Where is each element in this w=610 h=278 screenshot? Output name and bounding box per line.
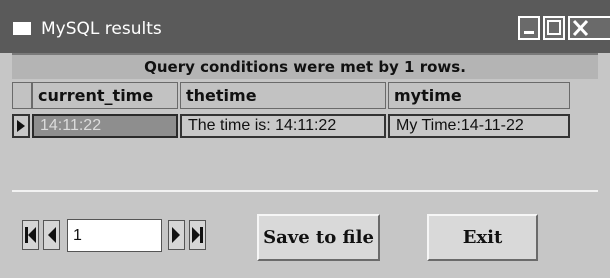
window-icon: [13, 22, 31, 35]
current-row-arrow-icon: [17, 120, 25, 132]
results-window: MySQL results Query conditions were met …: [0, 0, 610, 278]
window-title: MySQL results: [41, 19, 162, 39]
maximize-icon: [547, 20, 561, 35]
next-record-button[interactable]: [168, 220, 185, 250]
first-record-button[interactable]: [22, 220, 39, 250]
table-cell-mytime[interactable]: My Time:14-11-22: [388, 114, 570, 138]
minimize-icon: [524, 31, 534, 34]
save-to-file-button[interactable]: Save to file: [257, 214, 380, 261]
close-icon: [572, 19, 589, 37]
column-header-mytime[interactable]: mytime: [388, 82, 570, 109]
row-indicator[interactable]: [12, 114, 30, 138]
column-header-current-time[interactable]: current_time: [32, 82, 178, 109]
last-record-icon: [192, 227, 203, 243]
title-bar[interactable]: MySQL results: [0, 0, 610, 53]
minimize-button[interactable]: [518, 16, 540, 40]
grid-divider: [12, 190, 598, 192]
table-cell-thetime[interactable]: The time is: 14:11:22: [180, 114, 386, 138]
last-record-button[interactable]: [189, 220, 206, 250]
row-header-corner: [12, 82, 32, 109]
exit-button[interactable]: Exit: [427, 214, 538, 261]
next-record-icon: [172, 227, 180, 243]
first-record-icon: [25, 227, 36, 243]
maximize-button[interactable]: [543, 16, 565, 40]
previous-record-button[interactable]: [43, 220, 60, 250]
query-conditions-label: Query conditions were met by 1 rows.: [12, 53, 598, 79]
record-number-input[interactable]: 1: [67, 219, 162, 252]
close-button[interactable]: [568, 16, 610, 40]
table-cell-current-time[interactable]: 14:11:22: [32, 114, 178, 138]
previous-record-icon: [48, 227, 56, 243]
column-header-thetime[interactable]: thetime: [180, 82, 386, 109]
